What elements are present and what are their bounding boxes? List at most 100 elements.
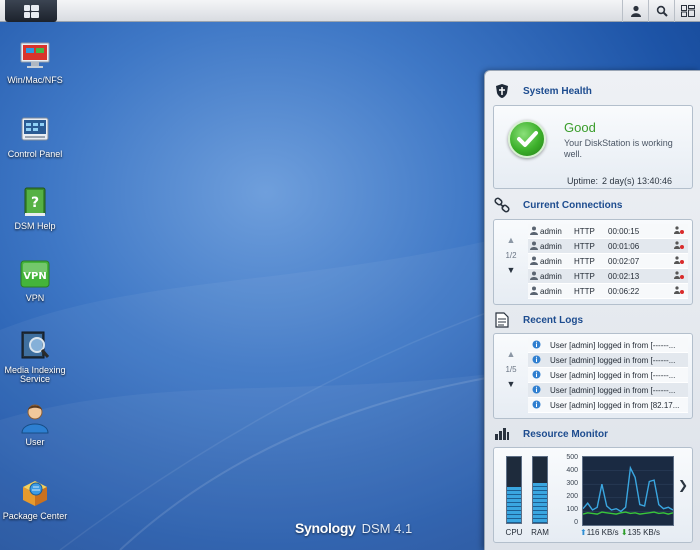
current-connections-title: Current Connections bbox=[523, 199, 623, 211]
info-icon bbox=[532, 385, 542, 396]
y-tick: 0 bbox=[574, 519, 578, 526]
y-tick: 200 bbox=[566, 493, 578, 500]
checkmark-icon bbox=[508, 120, 546, 158]
desktop-icon-label: Media Indexing Service bbox=[4, 365, 66, 384]
connection-protocol: HTTP bbox=[574, 241, 595, 251]
desktop-icon-media-indexing-service[interactable]: Media Indexing Service bbox=[0, 330, 70, 384]
desktop-icon-package-center[interactable]: Package Center bbox=[0, 476, 70, 521]
uptime-label: Uptime: bbox=[566, 176, 598, 186]
ram-meter-fill bbox=[533, 483, 547, 523]
connections-list: admin HTTP 00:00:15 admin HTTP 00:01:06 … bbox=[528, 224, 688, 299]
user-small-icon bbox=[530, 241, 540, 252]
list-item[interactable]: User [admin] logged in from [------... bbox=[528, 353, 688, 368]
upload-series-line bbox=[582, 465, 674, 513]
kick-user-icon[interactable] bbox=[674, 241, 684, 251]
widgets-toggle-button[interactable] bbox=[674, 0, 700, 22]
resource-monitor-box[interactable]: CPU RAM 500 400 300 200 100 0 ⬆116 KB/s … bbox=[493, 447, 693, 543]
health-status: Good bbox=[564, 120, 596, 135]
y-tick: 100 bbox=[566, 506, 578, 513]
widgets-panel: System Health Good Your DiskStation is w… bbox=[484, 70, 700, 550]
search-button[interactable] bbox=[648, 0, 674, 22]
system-health-title: System Health bbox=[523, 85, 592, 97]
cpu-label: CPU bbox=[505, 528, 523, 537]
upload-arrow-icon: ⬆ bbox=[580, 528, 587, 537]
cpu-meter bbox=[506, 456, 522, 524]
dsm-version: DSM 4.1 bbox=[361, 521, 413, 536]
system-health-header[interactable]: System Health bbox=[493, 79, 592, 103]
list-item[interactable]: User [admin] logged in from [------... bbox=[528, 338, 688, 353]
connection-user: admin bbox=[540, 286, 562, 296]
connection-user: admin bbox=[540, 226, 562, 236]
user-small-icon bbox=[530, 226, 540, 237]
chevron-right-icon[interactable]: ❯ bbox=[678, 478, 688, 492]
desktop-icon-label: DSM Help bbox=[14, 221, 56, 231]
desktop-icon-win-mac-nfs[interactable]: Win/Mac/NFS bbox=[0, 40, 70, 85]
list-item[interactable]: User [admin] logged in from [------... bbox=[528, 383, 688, 398]
list-item[interactable]: User [admin] logged in from [------... bbox=[528, 368, 688, 383]
list-item[interactable]: User [admin] logged in from [82.17... bbox=[528, 398, 688, 413]
uptime-value: 2 day(s) 13:40:46 bbox=[601, 176, 672, 186]
pager-down-button[interactable]: ▼ bbox=[494, 380, 528, 389]
recent-logs-title: Recent Logs bbox=[523, 314, 584, 326]
table-row[interactable]: admin HTTP 00:06:22 bbox=[528, 284, 688, 299]
upload-speed: 116 KB/s bbox=[586, 528, 619, 537]
bar-chart-icon bbox=[493, 425, 511, 443]
shield-icon bbox=[493, 82, 511, 100]
desktop-icon-dsm-help[interactable]: ? DSM Help bbox=[0, 186, 70, 231]
resource-monitor-header[interactable]: Resource Monitor bbox=[493, 422, 608, 446]
info-icon bbox=[532, 340, 542, 351]
desktop-icon-user[interactable]: User bbox=[0, 402, 70, 447]
download-speed: 135 KB/s bbox=[627, 528, 660, 537]
desktop-icon-label: Win/Mac/NFS bbox=[7, 75, 63, 85]
log-text: User [admin] logged in from [------... bbox=[550, 370, 676, 380]
desktop-icon-vpn[interactable]: VPN VPN bbox=[0, 258, 70, 303]
user-icon bbox=[19, 402, 51, 434]
vpn-icon: VPN bbox=[19, 258, 51, 290]
kick-user-icon[interactable] bbox=[674, 271, 684, 281]
connection-protocol: HTTP bbox=[574, 226, 595, 236]
log-text: User [admin] logged in from [------... bbox=[550, 355, 676, 365]
pager-up-button[interactable]: ▲ bbox=[494, 236, 528, 245]
connection-time: 00:01:06 bbox=[608, 241, 640, 251]
logs-list: User [admin] logged in from [------... U… bbox=[528, 338, 688, 413]
widgets-icon bbox=[680, 5, 695, 17]
pager-up-button[interactable]: ▲ bbox=[494, 350, 528, 359]
table-row[interactable]: admin HTTP 00:01:06 bbox=[528, 239, 688, 254]
uptime: Uptime: 2 day(s) 13:40:46 bbox=[567, 176, 672, 186]
kick-user-icon[interactable] bbox=[674, 286, 684, 296]
connection-protocol: HTTP bbox=[574, 271, 595, 281]
logs-page: 1/5 bbox=[505, 365, 517, 374]
info-icon bbox=[532, 355, 542, 366]
user-small-icon bbox=[530, 286, 540, 297]
kick-user-icon[interactable] bbox=[674, 226, 684, 236]
connection-protocol: HTTP bbox=[574, 286, 595, 296]
info-icon bbox=[532, 370, 542, 381]
current-connections-box: ▲ 1/2 ▼ admin HTTP 00:00:15 admin HTTP 0… bbox=[493, 219, 693, 305]
table-row[interactable]: admin HTTP 00:02:13 bbox=[528, 269, 688, 284]
kick-user-icon[interactable] bbox=[674, 256, 684, 266]
desktop-icon-control-panel[interactable]: Control Panel bbox=[0, 114, 70, 159]
system-health-box: Good Your DiskStation is working well. U… bbox=[493, 105, 693, 189]
user-small-icon bbox=[530, 256, 540, 267]
recent-logs-header[interactable]: Recent Logs bbox=[493, 308, 583, 332]
user-small-icon bbox=[530, 271, 540, 282]
recent-logs-box: ▲ 1/5 ▼ User [admin] logged in from [---… bbox=[493, 333, 693, 419]
connection-time: 00:02:13 bbox=[608, 271, 640, 281]
pager-down-button[interactable]: ▼ bbox=[494, 266, 528, 275]
table-row[interactable]: admin HTTP 00:00:15 bbox=[528, 224, 688, 239]
ram-label: RAM bbox=[531, 528, 549, 537]
health-description: Your DiskStation is working well. bbox=[564, 138, 673, 159]
user-options-button[interactable] bbox=[622, 0, 648, 22]
resource-monitor-title: Resource Monitor bbox=[523, 428, 609, 440]
desktop-icon-label: User bbox=[25, 437, 45, 447]
main-menu-button[interactable] bbox=[5, 0, 57, 22]
connection-user: admin bbox=[540, 256, 562, 266]
monitor-share-icon bbox=[19, 40, 51, 72]
desktop-icon-label: Control Panel bbox=[7, 149, 63, 159]
current-connections-header[interactable]: Current Connections bbox=[493, 193, 622, 217]
table-row[interactable]: admin HTTP 00:02:07 bbox=[528, 254, 688, 269]
y-tick: 400 bbox=[566, 467, 578, 474]
connection-protocol: HTTP bbox=[574, 256, 595, 266]
download-arrow-icon: ⬇ bbox=[620, 528, 628, 537]
main-menu-icon bbox=[23, 4, 39, 18]
